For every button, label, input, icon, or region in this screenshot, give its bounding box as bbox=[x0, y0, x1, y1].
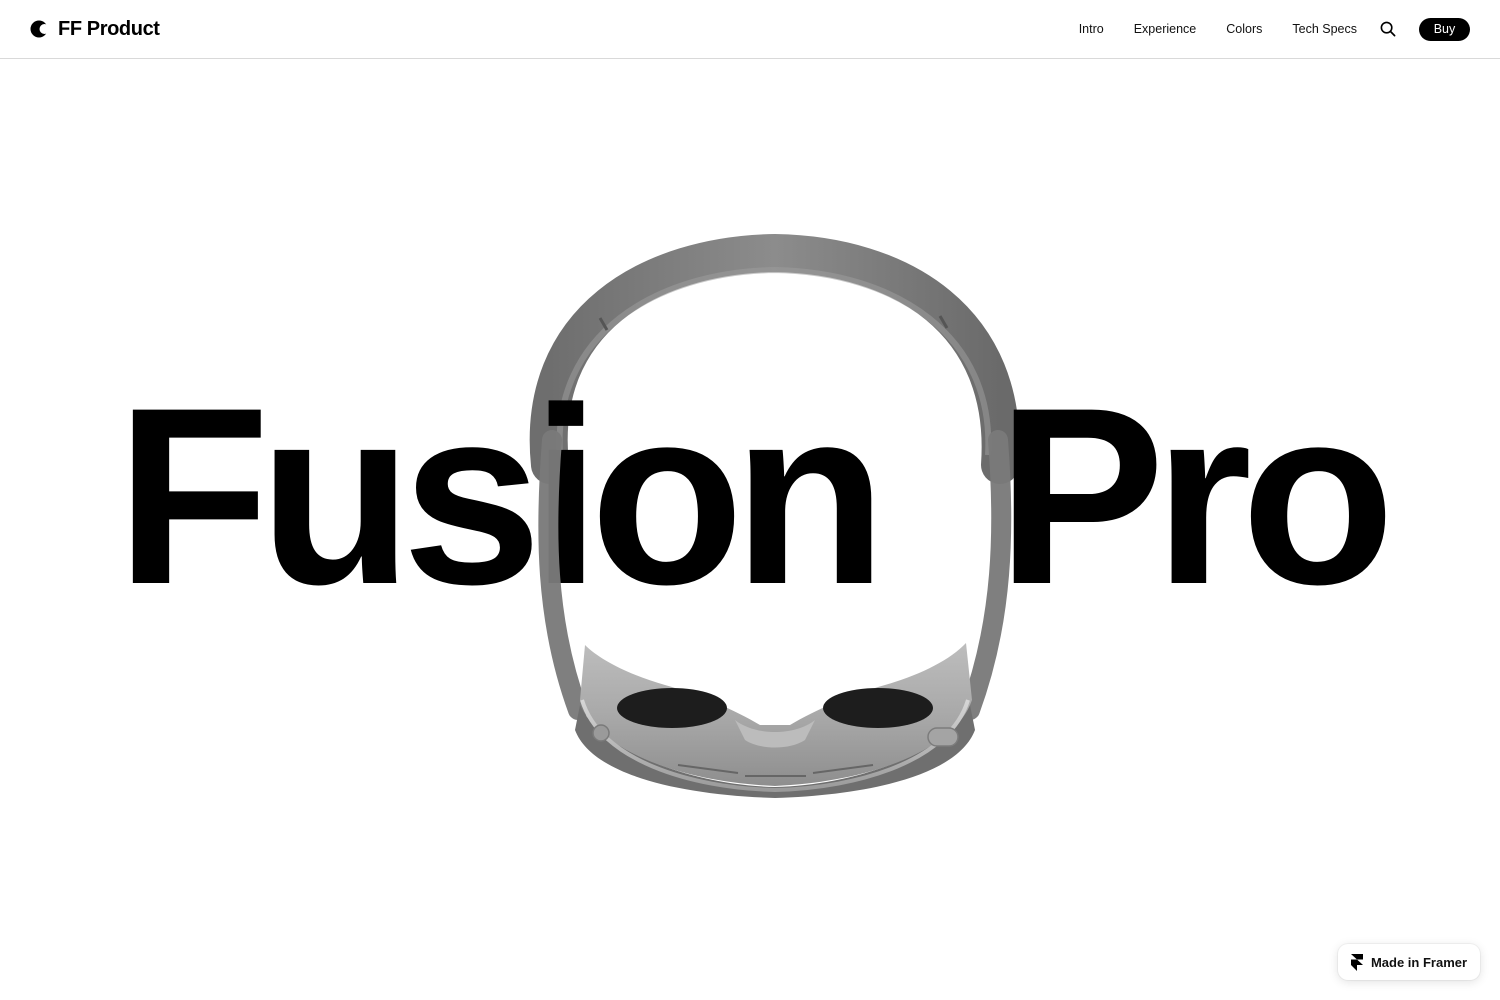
framer-icon bbox=[1350, 953, 1363, 971]
hero-section: Fusion Pro bbox=[0, 60, 1500, 1000]
search-button[interactable] bbox=[1379, 20, 1397, 38]
nav-link-experience[interactable]: Experience bbox=[1134, 22, 1197, 36]
headline-word-pro: Pro bbox=[997, 356, 1386, 637]
headset-visor bbox=[575, 643, 975, 798]
brand-name: FF Product bbox=[58, 17, 160, 40]
buy-button[interactable]: Buy bbox=[1419, 17, 1470, 41]
top-nav: FF Product Intro Experience Colors Tech … bbox=[0, 0, 1500, 59]
nav-link-colors[interactable]: Colors bbox=[1226, 22, 1262, 36]
nav-link-intro[interactable]: Intro bbox=[1079, 22, 1104, 36]
nav-menu: Intro Experience Colors Tech Specs Buy bbox=[1079, 17, 1470, 41]
badge-label: Made in Framer bbox=[1370, 954, 1468, 970]
search-icon bbox=[1380, 21, 1396, 37]
page: FF Product Intro Experience Colors Tech … bbox=[0, 0, 1500, 1000]
hero-headline: Fusion Pro bbox=[116, 356, 1386, 637]
moon-logo-icon bbox=[30, 20, 48, 38]
brand[interactable]: FF Product bbox=[30, 18, 160, 41]
nav-link-tech-specs[interactable]: Tech Specs bbox=[1292, 22, 1357, 36]
made-in-framer-badge[interactable]: Made in Framer bbox=[1338, 944, 1480, 980]
hero-graphic: Fusion Pro bbox=[116, 233, 1397, 798]
headline-word-fusion: Fusion bbox=[116, 356, 876, 637]
